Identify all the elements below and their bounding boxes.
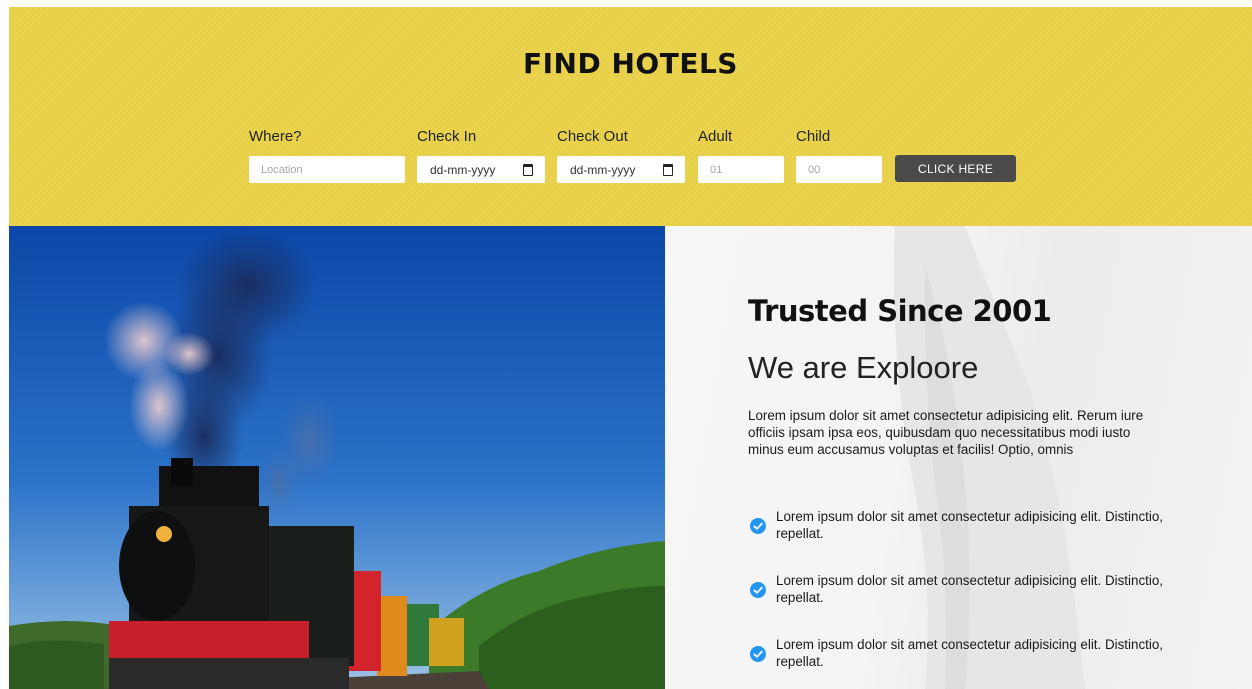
check-out-field: Check Out dd-mm-yyyy [557, 127, 685, 183]
check-in-date-value: dd-mm-yyyy [430, 162, 496, 177]
feature-text: Lorem ipsum dolor sit amet consectetur a… [776, 573, 1164, 605]
check-out-label: Check Out [557, 128, 628, 145]
feature-text: Lorem ipsum dolor sit amet consectetur a… [776, 637, 1164, 669]
list-item: Lorem ipsum dolor sit amet consectetur a… [748, 508, 1176, 572]
feature-list: Lorem ipsum dolor sit amet consectetur a… [748, 508, 1176, 689]
adult-input[interactable] [698, 156, 784, 183]
about-paragraph: Lorem ipsum dolor sit amet consectetur a… [748, 408, 1144, 457]
list-item: Lorem ipsum dolor sit amet consectetur a… [748, 572, 1176, 636]
child-field: Child [796, 127, 882, 183]
adult-label: Adult [698, 128, 733, 145]
about-heading: Trusted Since 2001 [748, 294, 1052, 328]
check-in-label: Check In [417, 128, 477, 145]
where-label: Where? [249, 128, 302, 145]
page: FIND HOTELS Where? Check In dd-mm-yyyy C… [0, 0, 1252, 689]
adult-field: Adult [698, 127, 784, 183]
search-submit-button[interactable]: CLICK HERE [895, 155, 1016, 182]
child-label: Child [796, 128, 831, 145]
list-item: Lorem ipsum dolor sit amet consectetur a… [748, 636, 1176, 689]
calendar-icon[interactable] [663, 163, 673, 176]
search-title: FIND HOTELS [523, 47, 738, 80]
check-circle-icon [750, 582, 766, 598]
about-section: Trusted Since 2001 We are Exploore Lorem… [665, 226, 1252, 689]
steam-train-photo [9, 226, 665, 689]
check-circle-icon [750, 518, 766, 534]
check-out-date-input[interactable]: dd-mm-yyyy [557, 156, 685, 183]
check-out-date-value: dd-mm-yyyy [570, 162, 636, 177]
location-input[interactable] [249, 156, 405, 183]
where-field: Where? [249, 127, 405, 183]
check-in-field: Check In dd-mm-yyyy [417, 127, 545, 183]
check-in-date-input[interactable]: dd-mm-yyyy [417, 156, 545, 183]
check-circle-icon [750, 646, 766, 662]
about-subheading: We are Exploore [748, 350, 979, 385]
hotel-search-section: FIND HOTELS Where? Check In dd-mm-yyyy C… [9, 7, 1252, 226]
child-input[interactable] [796, 156, 882, 183]
calendar-icon[interactable] [523, 163, 533, 176]
feature-text: Lorem ipsum dolor sit amet consectetur a… [776, 509, 1164, 541]
